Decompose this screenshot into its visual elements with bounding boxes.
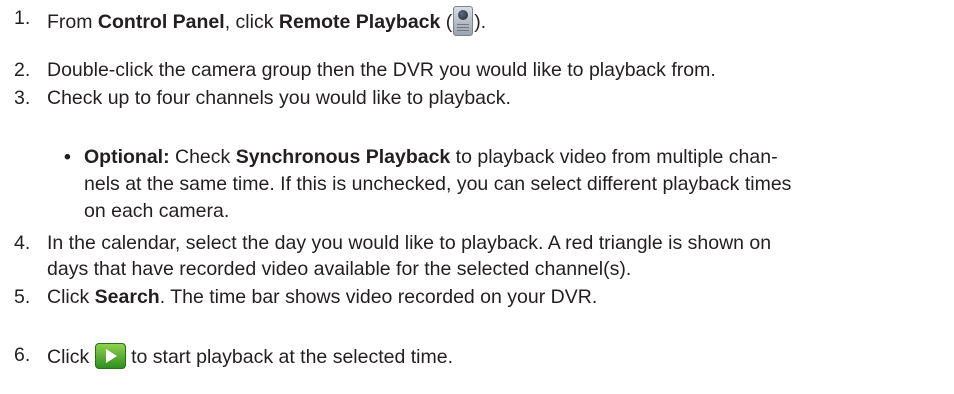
optional-line-1: Optional: Check Synchronous Playback to … — [84, 146, 778, 168]
step-text: Double-click the camera group then the D… — [47, 59, 716, 81]
step-text: From Control Panel, click Remote Playbac… — [47, 6, 486, 36]
step-number: 5. — [14, 286, 31, 308]
step-text: Check up to four channels you would like… — [47, 87, 511, 109]
step-text: Click Search. The time bar shows video r… — [47, 286, 598, 308]
step-number: 6. — [14, 344, 31, 366]
optional-line-3: on each camera. — [84, 200, 230, 222]
step-text-line-1: In the calendar, select the day you woul… — [47, 232, 772, 254]
play-icon — [94, 343, 126, 369]
bullet: • — [64, 146, 71, 168]
remote-playback-icon — [453, 6, 474, 36]
optional-line-2: nels at the same time. If this is unchec… — [84, 173, 792, 195]
step-number: 3. — [14, 87, 31, 109]
step-text: Click to start playback at the selected … — [47, 343, 453, 369]
step-number: 4. — [14, 232, 31, 254]
step-text-line-2: days that have recorded video available … — [47, 258, 632, 280]
step-number: 1. — [14, 7, 31, 29]
step-number: 2. — [14, 59, 31, 81]
